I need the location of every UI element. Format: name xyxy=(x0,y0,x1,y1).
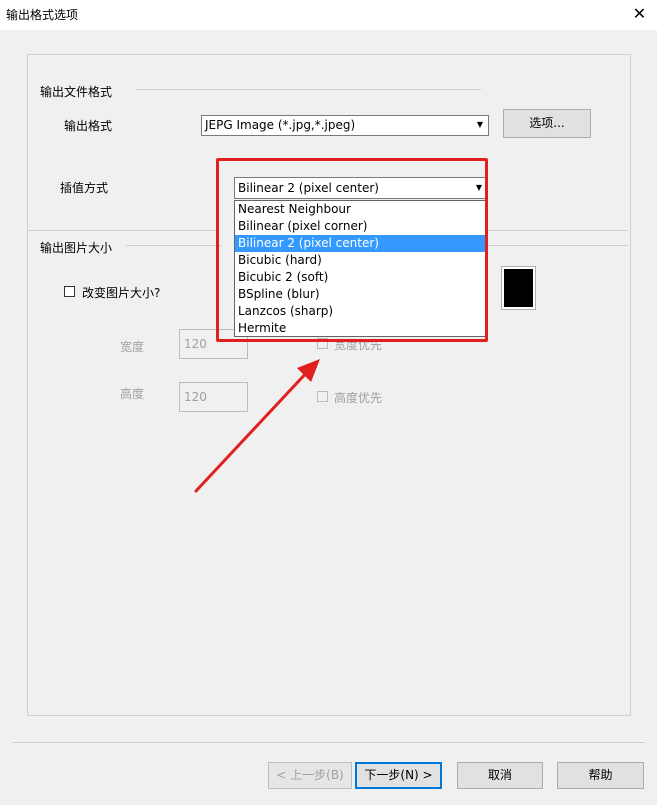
output-format-select[interactable]: JEPG Image (*.jpg,*.jpeg) ▼ xyxy=(201,115,489,136)
height-priority-label: 高度优先 xyxy=(334,391,383,405)
close-icon: ✕ xyxy=(632,4,647,23)
background-color-swatch[interactable] xyxy=(501,266,536,310)
resize-checkbox-label: 改变图片大小? xyxy=(82,286,161,300)
output-format-value: JEPG Image (*.jpg,*.jpeg) xyxy=(205,118,356,132)
output-format-label: 输出格式 xyxy=(64,119,113,133)
group-divider xyxy=(126,245,222,246)
height-label: 高度 xyxy=(120,387,145,401)
group-divider xyxy=(488,245,628,246)
previous-button[interactable]: < 上一步(B) xyxy=(268,762,352,789)
annotation-highlight-box xyxy=(216,158,488,342)
group-label-output-size: 输出图片大小 xyxy=(40,241,113,255)
footer-divider xyxy=(12,742,645,743)
chevron-down-icon: ▼ xyxy=(473,117,487,133)
group-label-output-format: 输出文件格式 xyxy=(40,85,113,99)
cancel-button[interactable]: 取消 xyxy=(457,762,543,789)
annotation-arrow-icon xyxy=(194,359,320,493)
interpolation-label: 插值方式 xyxy=(60,181,109,195)
group-divider xyxy=(136,89,481,90)
options-button[interactable]: 选项... xyxy=(503,109,591,138)
watermark-logo xyxy=(540,745,652,803)
divider xyxy=(28,230,216,231)
resize-checkbox[interactable] xyxy=(64,286,75,297)
next-button[interactable]: 下一步(N) > xyxy=(355,762,442,789)
title-bar xyxy=(0,0,657,30)
divider xyxy=(488,230,628,231)
close-button[interactable]: ✕ xyxy=(622,0,657,30)
window-title: 输出格式选项 xyxy=(6,8,79,22)
width-label: 宽度 xyxy=(120,340,145,354)
